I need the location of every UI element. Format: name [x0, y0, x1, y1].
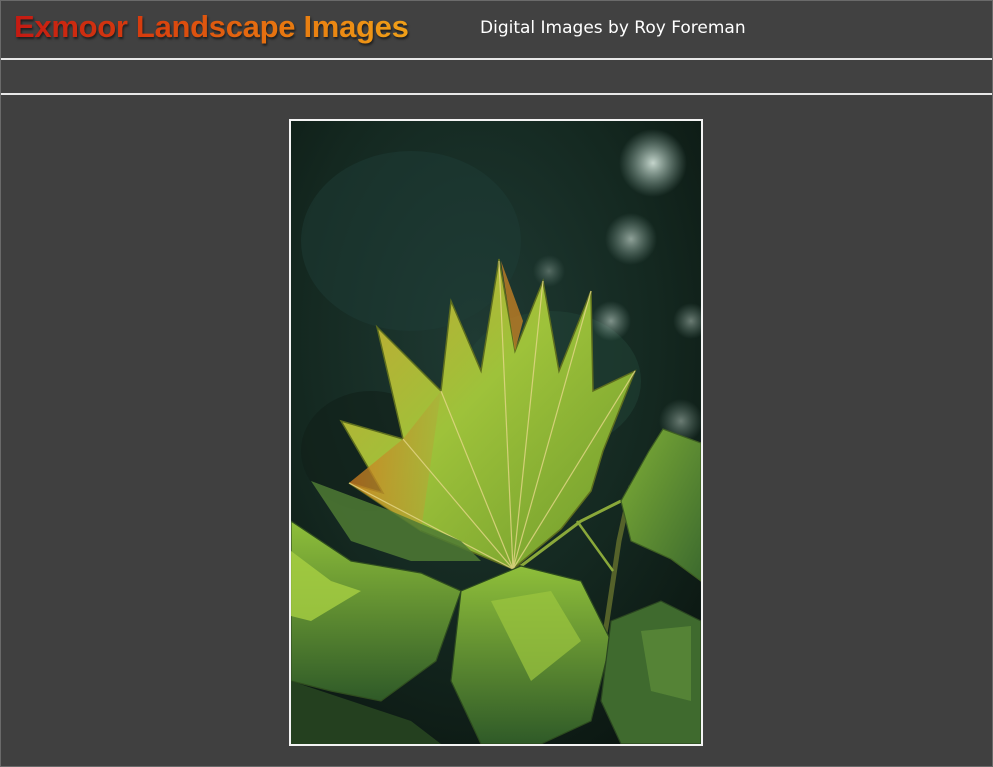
featured-photo: [289, 119, 703, 746]
maple-leaf-photo-icon: [291, 121, 701, 744]
navigation-bar: [1, 60, 992, 95]
site-title[interactable]: Exmoor Landscape Images: [14, 8, 409, 46]
site-subtitle: Digital Images by Roy Foreman: [480, 18, 746, 38]
site-header: Exmoor Landscape Images Digital Images b…: [1, 1, 992, 60]
